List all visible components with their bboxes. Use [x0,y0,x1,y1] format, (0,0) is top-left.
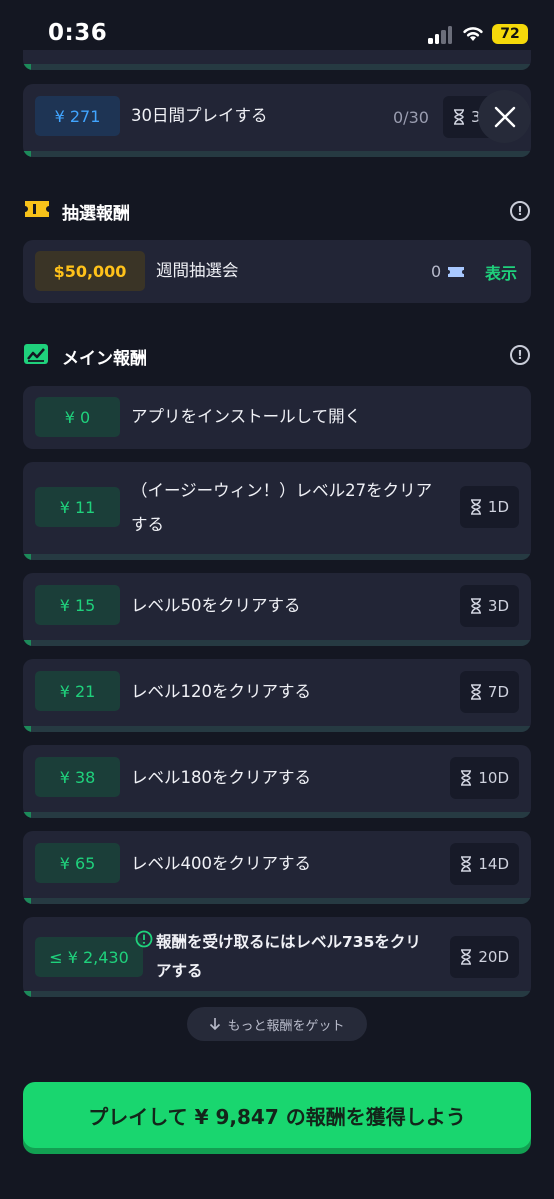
lottery-label: 週間抽選会 [156,261,239,280]
task-card[interactable]: ¥ 15 レベル50をクリアする 3D [23,573,531,646]
task-card[interactable]: ¥ 21 レベル120をクリアする 7D [23,659,531,732]
more-rewards-button[interactable]: もっと報酬をゲット [187,1007,367,1041]
lottery-info-icon[interactable]: ! [510,201,530,221]
task-timer: 20D [450,936,519,978]
task-timer: 10D [450,757,519,799]
task-timer-value: 3D [487,597,509,615]
reward-amount: ¥ 0 [35,397,120,437]
play-cta-button[interactable]: プレイして ¥ 9,847 の報酬を獲得しよう [23,1082,531,1148]
reward-amount: ¥ 11 [35,487,120,527]
task-card[interactable]: ¥ 65 レベル400をクリアする 14D [23,831,531,904]
task-timer-value: 1D [487,498,509,516]
main-info-icon[interactable]: ! [510,345,530,365]
hourglass-icon [470,499,481,515]
task-label-line-2: アする [156,962,203,980]
arrow-down-icon [210,1018,221,1031]
task-timer-value: 20D [478,948,509,966]
lottery-card[interactable]: $50,000 週間抽選会 0 表示 [23,240,531,303]
ticket-icon [25,201,49,217]
battery-indicator: 72 [492,24,528,44]
lottery-section-title: 抽選報酬 [62,204,130,224]
task-card[interactable]: ≤ ¥ 2,430 報酬を受け取るにはレベル735をクリ アする 20D [23,917,531,997]
hourglass-icon [461,770,472,786]
task-label: アプリをインストールして開く [131,407,362,426]
task-label: レベル50をクリアする [131,596,301,615]
reward-amount: ≤ ¥ 2,430 [35,937,143,977]
hourglass-icon [461,949,472,965]
task-label: レベル180をクリアする [131,768,311,787]
task-card-play-30-days[interactable]: ¥ 271 30日間プレイする 0/30 3 [23,84,531,157]
task-progress: 0/30 [393,108,429,127]
task-label: レベル120をクリアする [131,682,311,701]
task-label: レベル400をクリアする [131,854,311,873]
small-ticket-icon [448,266,465,277]
close-icon [494,106,515,127]
play-cta-label: プレイして ¥ 9,847 の報酬を獲得しよう [88,1104,466,1129]
reward-amount: ¥ 65 [35,843,120,883]
lottery-prize: $50,000 [35,251,145,291]
reward-amount: ¥ 38 [35,757,120,797]
task-timer-value: 7D [487,683,509,701]
task-label: 30日間プレイする [131,106,268,125]
close-button[interactable] [478,90,531,143]
main-section-title: メイン報酬 [62,349,147,369]
hourglass-icon [454,109,464,125]
status-time: 0:36 [48,20,108,46]
reward-amount: ¥ 15 [35,585,120,625]
task-timer: 3D [459,585,519,627]
task-card[interactable]: ¥ 38 レベル180をクリアする 10D [23,745,531,818]
hourglass-icon [470,684,481,700]
task-timer-value: 14D [478,855,509,873]
lottery-ticket-count: 0 [431,262,465,281]
task-label-line-2: する [131,515,164,534]
chart-up-icon [24,344,48,364]
more-rewards-label: もっと報酬をゲット [227,1018,345,1034]
reward-amount: ¥ 271 [35,96,120,136]
task-timer-value: 10D [478,769,509,787]
scrolled-card-edge [23,50,531,70]
hourglass-icon [470,598,481,614]
signal-icon [428,26,454,44]
task-timer: 7D [459,671,519,713]
hourglass-icon [461,856,472,872]
task-label-line-1: （イージーウィン！）レベル27をクリア [131,481,433,500]
lottery-view-link[interactable]: 表示 [485,260,517,284]
task-timer: 1D [459,486,519,528]
wifi-icon [463,27,483,41]
reward-amount: ¥ 21 [35,671,120,711]
alert-icon [135,930,153,948]
task-timer: 14D [450,843,519,885]
task-card[interactable]: ¥ 0 アプリをインストールして開く [23,386,531,449]
task-card[interactable]: ¥ 11 （イージーウィン！）レベル27をクリア する 1D [23,462,531,560]
